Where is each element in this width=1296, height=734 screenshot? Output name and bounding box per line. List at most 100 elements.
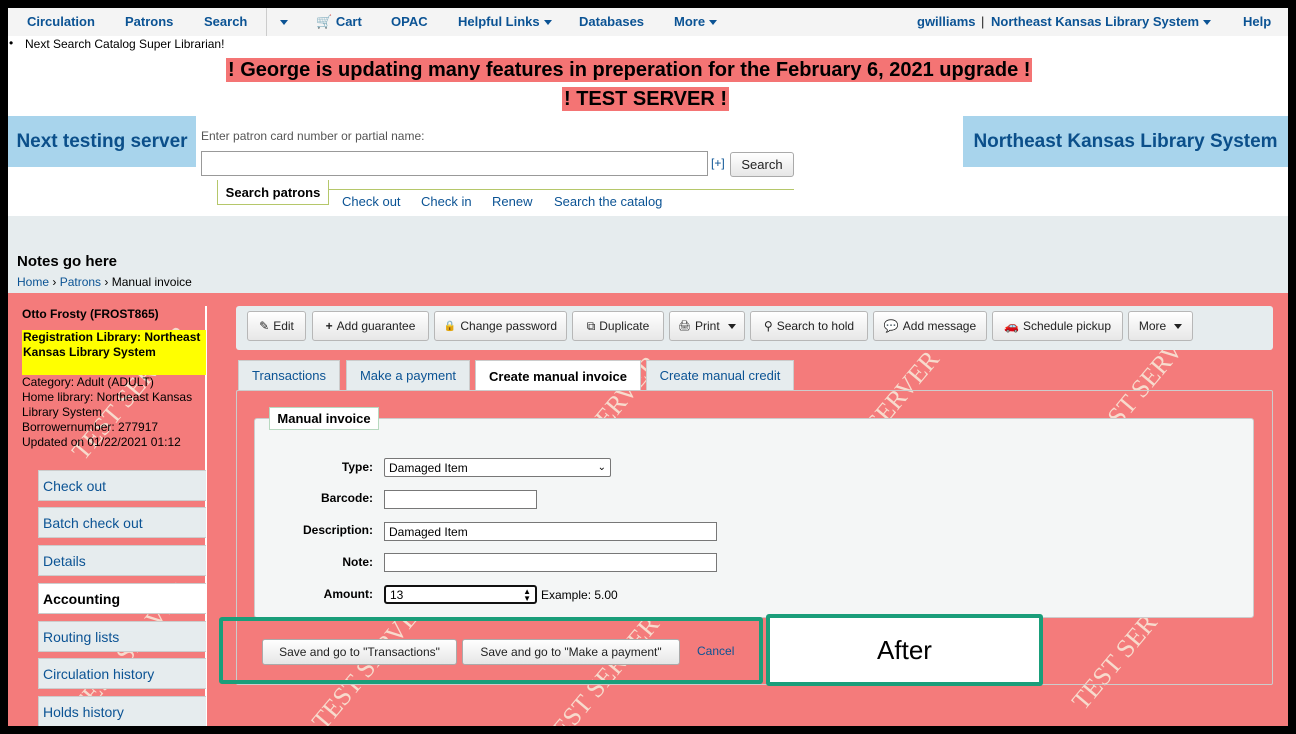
edit-button-label: Edit xyxy=(273,319,294,333)
copy-icon: ⧉ xyxy=(586,318,596,333)
tab-renew[interactable]: Renew xyxy=(492,194,532,209)
duplicate-button[interactable]: ⧉ Duplicate xyxy=(572,311,664,341)
search-dropdown-toggle[interactable] xyxy=(276,14,288,29)
edit-button[interactable]: ✎ Edit xyxy=(247,311,306,341)
search-to-hold-button[interactable]: ⚲ Search to hold xyxy=(750,311,868,341)
patron-updated: Updated on 01/22/2021 01:12 xyxy=(22,435,181,449)
breadcrumb: Home › Patrons › Manual invoice xyxy=(17,275,192,289)
advanced-search-toggle[interactable]: [+] xyxy=(711,156,725,170)
patron-category: Category: Adult (ADULT) xyxy=(22,375,154,389)
chevron-down-icon xyxy=(543,20,552,26)
banner-line-1: ! George is updating many features in pr… xyxy=(226,58,1033,82)
nav-library-label: Northeast Kansas Library System xyxy=(991,14,1200,29)
registration-library: Registration Library: Northeast Kansas L… xyxy=(22,330,206,375)
amount-label: Amount: xyxy=(323,587,373,601)
chevron-down-icon xyxy=(727,323,736,329)
breadcrumb-separator: › xyxy=(52,275,57,289)
sidebar-item-accounting[interactable]: Accounting xyxy=(38,583,206,614)
patron-home-library: Home library: Northeast Kansas Library S… xyxy=(22,390,193,419)
printer-icon: 🖨 xyxy=(678,320,691,332)
add-message-label: Add message xyxy=(902,319,977,333)
sidebar-item-batch-check-out[interactable]: Batch check out xyxy=(38,507,206,538)
banner-line-2: ! TEST SERVER ! xyxy=(562,87,729,111)
top-navigation: Circulation Patrons Search 🛒 Cart OPAC H… xyxy=(8,8,1288,36)
stepper-icon: ▲ ▼ xyxy=(523,586,531,603)
more-button[interactable]: More xyxy=(1128,311,1193,341)
tab-check-in[interactable]: Check in xyxy=(421,194,472,209)
schedule-pickup-label: Schedule pickup xyxy=(1022,319,1111,333)
nav-patrons[interactable]: Patrons xyxy=(125,14,173,29)
chevron-down-icon: ⌄ xyxy=(597,462,606,473)
lock-icon: 🔒 xyxy=(443,320,457,332)
chevron-down-icon xyxy=(709,20,718,26)
tab-create-manual-invoice[interactable]: Create manual invoice xyxy=(475,360,641,391)
notes-text: Notes go here xyxy=(17,253,118,270)
chevron-down-icon xyxy=(280,20,288,26)
breadcrumb-home[interactable]: Home xyxy=(17,275,49,289)
tab-transactions[interactable]: Transactions xyxy=(238,360,340,390)
note-input[interactable] xyxy=(384,553,717,572)
comment-icon: 💬 xyxy=(883,319,899,333)
change-password-button[interactable]: 🔒 Change password xyxy=(434,311,567,341)
amount-input[interactable]: 13 ▲ ▼ xyxy=(384,585,537,604)
header: Next testing server Northeast Kansas Lib… xyxy=(8,116,1288,216)
print-label: Print xyxy=(695,319,720,333)
breadcrumb-patrons[interactable]: Patrons xyxy=(60,275,101,289)
annotation-after: After xyxy=(766,614,1043,686)
search-to-hold-label: Search to hold xyxy=(776,319,855,333)
tab-check-out[interactable]: Check out xyxy=(342,194,401,209)
sidebar-item-holds-history[interactable]: Holds history xyxy=(38,696,206,726)
header-left-title: Next testing server xyxy=(8,116,196,167)
nav-help[interactable]: Help xyxy=(1243,14,1271,29)
change-password-label: Change password xyxy=(460,319,558,333)
tab-create-manual-credit[interactable]: Create manual credit xyxy=(646,360,794,390)
car-icon: 🚗 xyxy=(1003,319,1019,333)
amount-value: 13 xyxy=(390,587,404,602)
fieldset-legend: Manual invoice xyxy=(269,407,379,430)
patron-search-button[interactable]: Search xyxy=(730,152,794,177)
highlight-box xyxy=(219,617,763,684)
nav-circulation[interactable]: Circulation xyxy=(27,14,95,29)
nav-opac[interactable]: OPAC xyxy=(391,14,428,29)
type-select-value: Damaged Item xyxy=(389,460,468,475)
tab-search-catalog[interactable]: Search the catalog xyxy=(554,194,662,209)
news-bullet: • xyxy=(9,36,14,50)
pencil-icon: ✎ xyxy=(259,319,270,333)
nav-databases[interactable]: Databases xyxy=(579,14,644,29)
chevron-down-icon xyxy=(1174,323,1183,329)
tab-search-patrons[interactable]: Search patrons xyxy=(217,180,329,205)
cart-icon: 🛒 xyxy=(316,14,333,29)
patron-details: Category: Adult (ADULT) Home library: No… xyxy=(22,375,206,450)
description-input[interactable]: Damaged Item xyxy=(384,522,717,541)
nav-user-separator: | xyxy=(981,14,985,29)
notes-bar: Notes go here Home › Patrons › Manual in… xyxy=(8,216,1288,293)
nav-more[interactable]: More xyxy=(674,14,718,29)
sidebar-item-routing-lists[interactable]: Routing lists xyxy=(38,621,206,652)
barcode-input[interactable] xyxy=(384,490,537,509)
sidebar-item-check-out[interactable]: Check out xyxy=(38,470,206,501)
patron-search-input[interactable] xyxy=(201,151,708,176)
description-label: Description: xyxy=(302,523,373,537)
tab-make-a-payment[interactable]: Make a payment xyxy=(346,360,470,390)
nav-library-select[interactable]: Northeast Kansas Library System xyxy=(991,14,1212,29)
add-guarantee-button[interactable]: + Add guarantee xyxy=(312,311,429,341)
nav-separator xyxy=(266,8,267,36)
nav-cart[interactable]: 🛒 Cart xyxy=(316,14,362,30)
nav-search[interactable]: Search xyxy=(204,14,247,29)
type-label: Type: xyxy=(341,460,373,474)
add-guarantee-label: Add guarantee xyxy=(336,319,416,333)
sidebar-item-circulation-history[interactable]: Circulation history xyxy=(38,658,206,689)
more-label: More xyxy=(1138,319,1167,333)
nav-helpful-links-label: Helpful Links xyxy=(458,14,540,29)
type-select[interactable]: Damaged Item ⌄ xyxy=(384,458,611,477)
patron-borrowernumber: Borrowernumber: 277917 xyxy=(22,420,159,434)
nav-more-label: More xyxy=(674,14,706,29)
nav-helpful-links[interactable]: Helpful Links xyxy=(458,14,552,29)
chevron-down-icon xyxy=(1203,20,1212,26)
schedule-pickup-button[interactable]: 🚗 Schedule pickup xyxy=(992,311,1123,341)
sidebar-item-details[interactable]: Details xyxy=(38,545,206,576)
nav-user[interactable]: gwilliams xyxy=(917,14,976,29)
print-button[interactable]: 🖨 Print xyxy=(669,311,745,341)
note-label: Note: xyxy=(342,555,373,569)
add-message-button[interactable]: 💬 Add message xyxy=(873,311,987,341)
